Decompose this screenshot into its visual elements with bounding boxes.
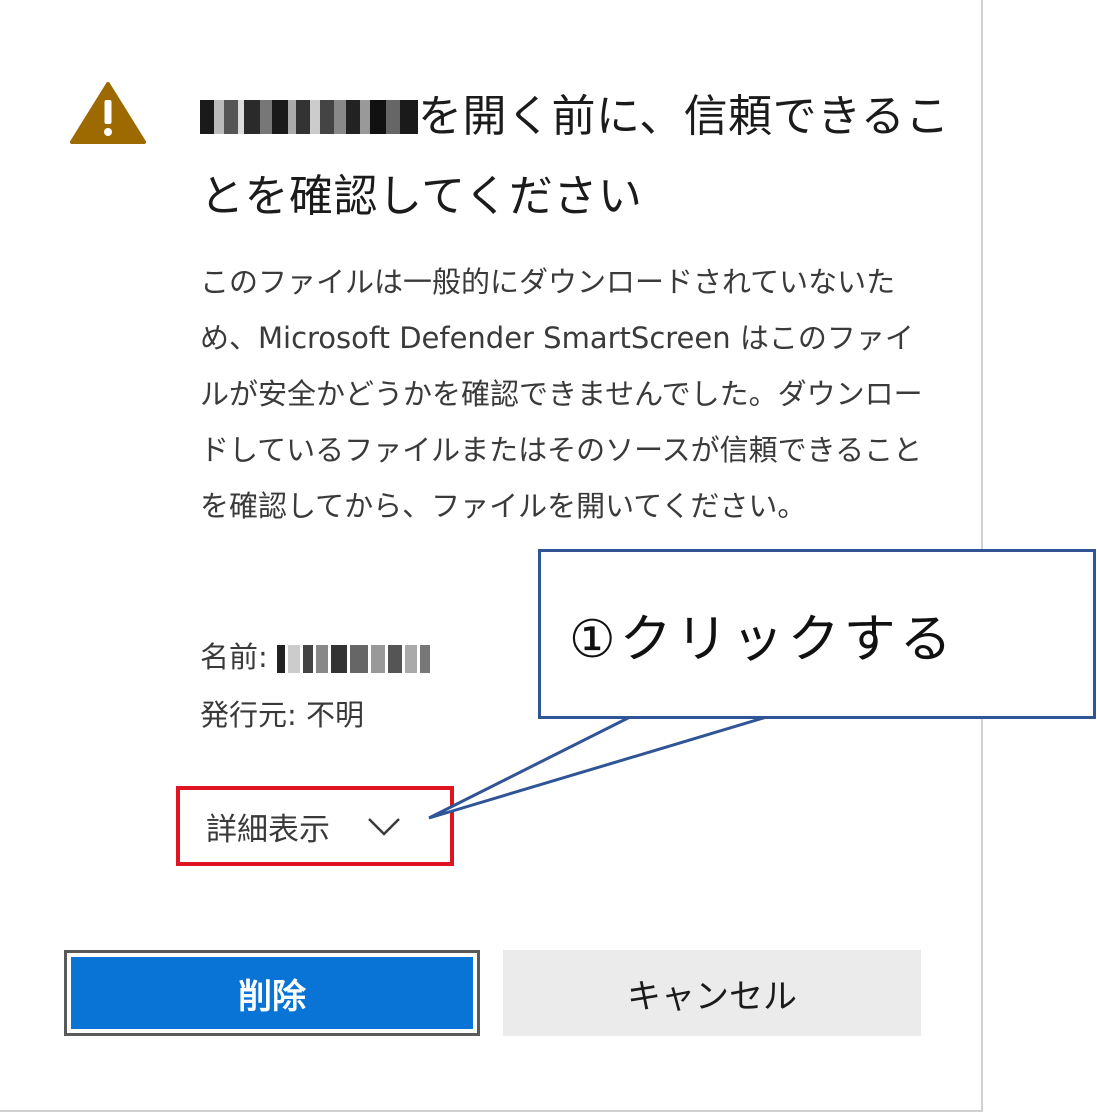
callout-text: ①クリックする [569,609,956,670]
show-details-button[interactable]: 詳細表示 [176,786,454,866]
chevron-down-icon [368,818,400,836]
delete-button-label: 削除 [71,957,473,1029]
publisher-row: 発行元: 不明 [200,686,433,744]
file-name-label: 名前: [200,640,268,674]
dialog-title: を開く前に、信頼できることを確認してください [200,78,960,236]
show-details-label: 詳細表示 [206,811,330,848]
warning-icon [70,82,146,144]
publisher-label: 発行元: [200,698,297,732]
callout-annotation: ①クリックする [538,549,1096,719]
file-name-row: 名前: [200,628,433,686]
dialog-description: このファイルは一般的にダウンロードされていないため、Microsoft Defe… [200,265,923,523]
blurred-file-name-value [277,640,433,674]
file-info: 名前: 発行元: 不明 [200,628,433,744]
blurred-filename [200,76,418,154]
publisher-value: 不明 [306,698,365,732]
delete-button[interactable]: 削除 [64,950,480,1036]
cancel-button[interactable]: キャンセル [503,950,921,1036]
